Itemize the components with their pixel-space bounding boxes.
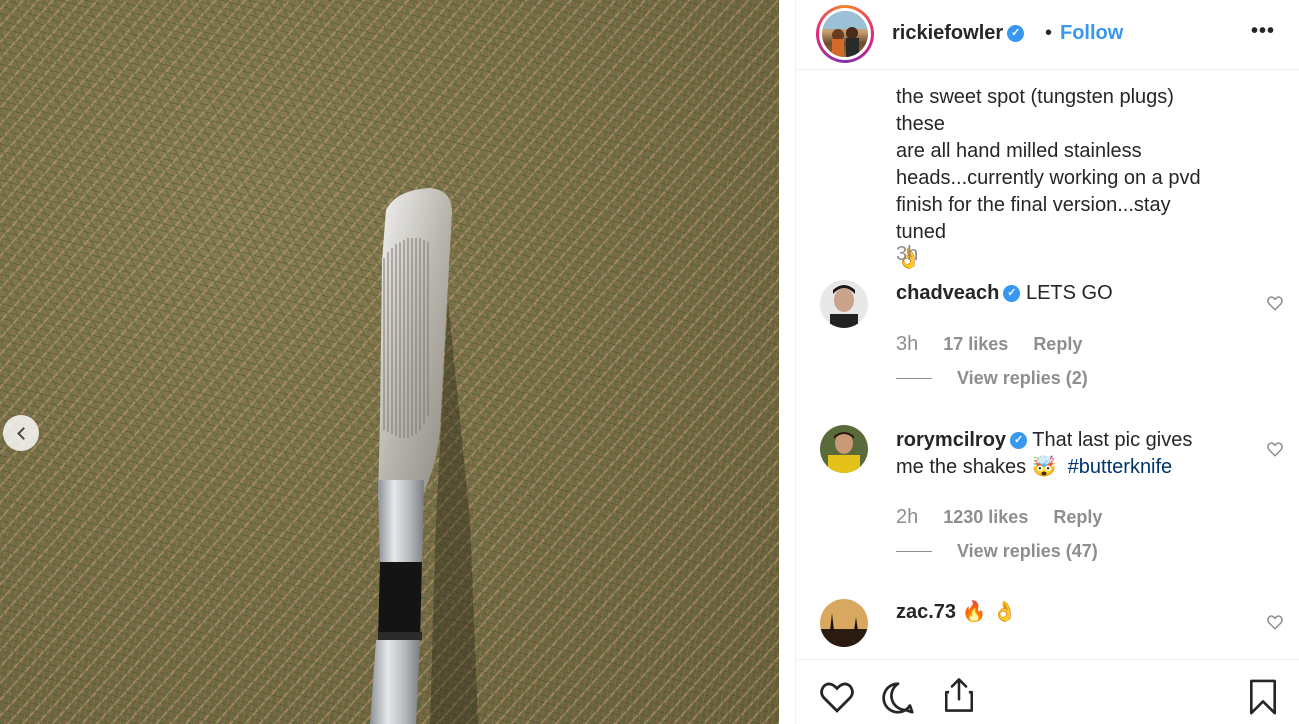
author-username[interactable]: rickiefowler ✓ — [892, 22, 1025, 45]
view-replies-button[interactable]: View replies (47) — [896, 541, 1098, 562]
commenter-avatar-chadveach[interactable] — [820, 280, 868, 328]
caption-line: the sweet spot (tungsten plugs) these — [896, 86, 1174, 135]
comment-likes[interactable]: 17 likes — [943, 334, 1008, 355]
comment-meta: 3h 17 likes Reply — [896, 333, 1082, 356]
heart-icon[interactable] — [818, 680, 856, 714]
golf-club-image — [370, 188, 478, 724]
caption-line: are all hand milled stainless — [896, 140, 1142, 162]
post-actions-bar — [796, 659, 1299, 724]
commenter-avatar-rorymcilroy[interactable] — [820, 425, 868, 473]
bookmark-icon[interactable] — [1248, 678, 1278, 716]
comment-like-heart-icon[interactable] — [1266, 294, 1284, 312]
reply-button[interactable]: Reply — [1053, 507, 1102, 528]
comment-body: 🔥 👌 — [961, 601, 1017, 623]
previous-image-button[interactable] — [3, 415, 39, 451]
caption-line: heads...currently working on a pvd — [896, 167, 1201, 189]
replies-divider — [896, 378, 932, 379]
post-sidebar: rickiefowler ✓ • Follow ••• the sweet spo… — [795, 0, 1299, 724]
comment-like-heart-icon[interactable] — [1266, 613, 1284, 631]
commenter-username[interactable]: chadveach — [896, 282, 999, 304]
comment-likes[interactable]: 1230 likes — [943, 507, 1028, 528]
comment-timestamp[interactable]: 3h — [896, 333, 918, 356]
post-caption: the sweet spot (tungsten plugs) these ar… — [896, 84, 1216, 273]
header-separator: • — [1045, 22, 1053, 44]
instagram-post-view: rickiefowler ✓ • Follow ••• the sweet spo… — [0, 0, 1299, 724]
view-replies-label: View replies (47) — [957, 541, 1098, 561]
comment-text: rorymcilroy ✓ That last pic gives me the … — [896, 427, 1236, 481]
verified-badge-icon: ✓ — [1007, 25, 1025, 43]
caption-timestamp[interactable]: 3h — [896, 243, 918, 266]
commenter-username[interactable]: rorymcilroy — [896, 429, 1006, 451]
follow-button[interactable]: Follow — [1060, 22, 1123, 45]
comment-text: chadveach ✓ LETS GO — [896, 280, 1236, 307]
author-avatar[interactable] — [816, 5, 874, 63]
comment-body: That last pic gives — [1032, 429, 1193, 451]
reply-button[interactable]: Reply — [1033, 334, 1082, 355]
commenter-username[interactable]: zac.73 — [896, 601, 956, 623]
verified-badge-icon: ✓ — [1010, 432, 1028, 450]
view-replies-button[interactable]: View replies (2) — [896, 368, 1088, 389]
comment-like-heart-icon[interactable] — [1266, 440, 1284, 458]
commenter-avatar-zac73[interactable] — [820, 599, 868, 647]
comment-body: me the shakes — [896, 456, 1027, 478]
comment-timestamp[interactable]: 2h — [896, 506, 918, 529]
hashtag-link[interactable]: #butterknife — [1068, 456, 1173, 478]
comment-body: LETS GO — [1025, 282, 1113, 304]
comments-list[interactable]: the sweet spot (tungsten plugs) these ar… — [796, 71, 1299, 659]
post-photo[interactable] — [0, 0, 779, 724]
comment-meta: 2h 1230 likes Reply — [896, 506, 1102, 529]
more-options-button[interactable]: ••• — [1251, 20, 1275, 43]
share-icon[interactable] — [942, 676, 976, 714]
comment-icon[interactable] — [880, 680, 916, 716]
chevron-left-icon — [16, 426, 30, 440]
replies-divider — [896, 551, 932, 552]
comment-text: zac.73 🔥 👌 — [896, 599, 1236, 626]
comment-emoji: 🤯 — [1031, 456, 1057, 478]
caption-emoji: 👌 — [896, 248, 921, 270]
verified-badge-icon: ✓ — [1003, 285, 1021, 303]
caption-line: finish for the final version...stay tune… — [896, 194, 1171, 243]
view-replies-label: View replies (2) — [957, 368, 1088, 388]
post-header: rickiefowler ✓ • Follow ••• — [796, 0, 1299, 70]
